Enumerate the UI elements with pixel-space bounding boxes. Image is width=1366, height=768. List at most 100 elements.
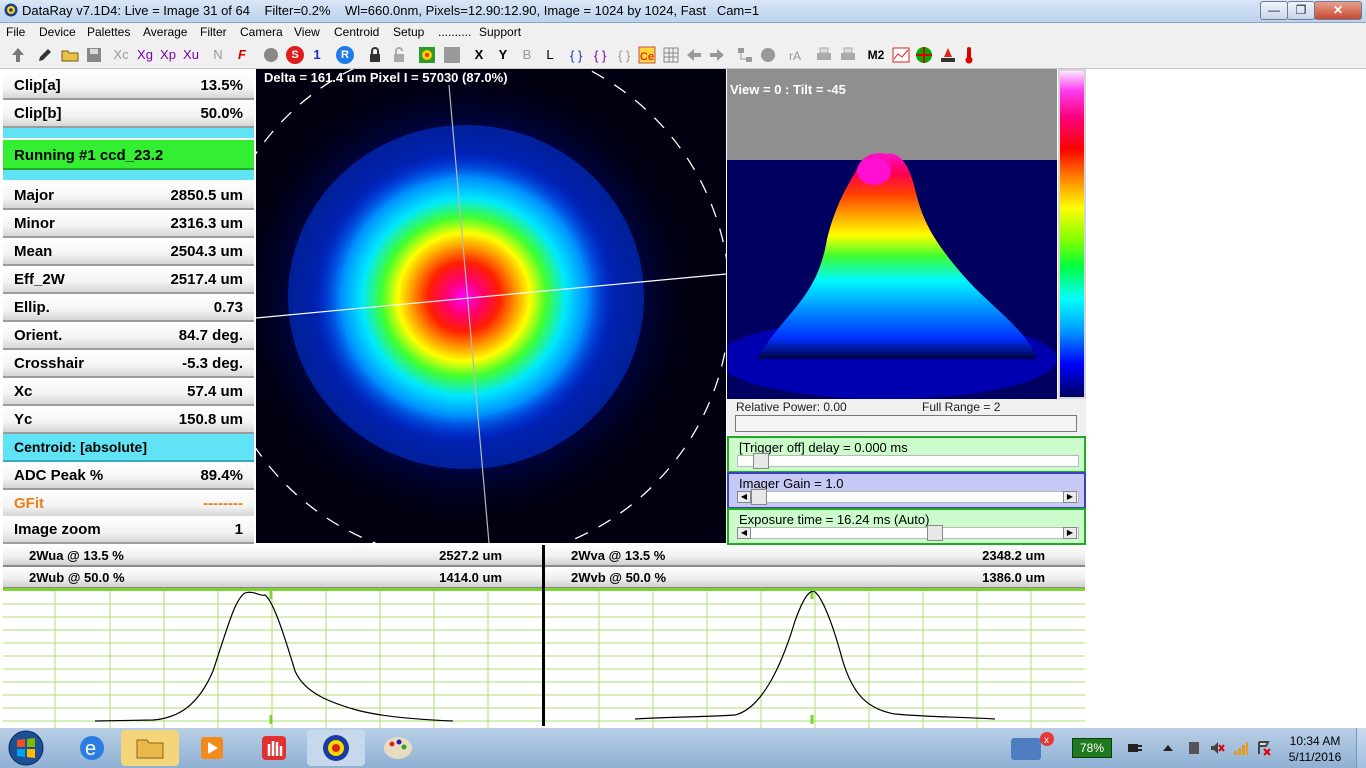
profile-plot-u[interactable] bbox=[3, 588, 542, 732]
mean-row[interactable]: Mean 2504.3 um bbox=[3, 238, 254, 266]
pencil-icon[interactable] bbox=[36, 46, 54, 64]
printer-icon[interactable] bbox=[815, 46, 833, 64]
ce-icon[interactable]: Ce bbox=[638, 46, 656, 64]
app-hand-icon[interactable] bbox=[245, 730, 303, 766]
gray-circle-icon[interactable] bbox=[759, 46, 777, 64]
minimize-button[interactable]: — bbox=[1260, 1, 1288, 20]
open-folder-icon[interactable] bbox=[60, 46, 80, 64]
x-button[interactable]: X bbox=[472, 46, 486, 64]
close-button[interactable]: ✕ bbox=[1314, 1, 1362, 20]
exposure-time-thumb[interactable] bbox=[927, 525, 943, 541]
stop-circle-icon[interactable] bbox=[262, 46, 280, 64]
menu-centroid[interactable]: Centroid bbox=[334, 25, 379, 39]
gain-left-arrow-icon[interactable]: ◀ bbox=[737, 491, 751, 503]
trigger-delay-thumb[interactable] bbox=[753, 453, 769, 469]
menu-setup[interactable]: Setup bbox=[393, 25, 424, 39]
device-tray-icon[interactable] bbox=[1186, 740, 1202, 756]
show-hidden-icons-icon[interactable] bbox=[1162, 742, 1174, 754]
clip-a-row[interactable]: Clip[a] 13.5% bbox=[3, 72, 254, 100]
yc-row[interactable]: Yc 150.8 um bbox=[3, 406, 254, 434]
s-button[interactable]: S bbox=[286, 46, 304, 64]
minor-row[interactable]: Minor 2316.3 um bbox=[3, 210, 254, 238]
menu-average[interactable]: Average bbox=[143, 25, 187, 39]
xc-row[interactable]: Xc 57.4 um bbox=[3, 378, 254, 406]
xg-button[interactable]: Xg bbox=[135, 46, 155, 64]
save-disk-icon[interactable] bbox=[85, 46, 103, 64]
profile-plot-v[interactable] bbox=[545, 588, 1085, 732]
adc-peak-row[interactable]: ADC Peak % 89.4% bbox=[3, 462, 254, 490]
unlock-icon[interactable] bbox=[391, 46, 407, 64]
signal-strength-icon[interactable] bbox=[1233, 740, 1249, 756]
image-zoom-row[interactable]: Image zoom 1 bbox=[3, 516, 254, 544]
arrow-left-icon[interactable] bbox=[685, 46, 703, 64]
show-desktop-button[interactable] bbox=[1356, 728, 1366, 768]
palette-scale-bar[interactable] bbox=[1058, 69, 1086, 399]
l-button[interactable]: L bbox=[543, 46, 557, 64]
grid-icon[interactable] bbox=[662, 46, 680, 64]
gfit-row[interactable]: GFit -------- bbox=[3, 490, 254, 518]
network-status-icon[interactable]: x bbox=[1005, 730, 1055, 766]
lock-icon[interactable] bbox=[367, 46, 383, 64]
palette-image-icon[interactable] bbox=[418, 46, 436, 64]
imager-gain-slider[interactable] bbox=[737, 491, 1079, 503]
menu-palettes[interactable]: Palettes bbox=[87, 25, 130, 39]
bracket-h-icon[interactable]: { } bbox=[568, 46, 586, 64]
menu-device[interactable]: Device bbox=[39, 25, 76, 39]
bracket-m-icon[interactable]: { } bbox=[592, 46, 610, 64]
beam-image-view[interactable]: Delta = 161.4 um Pixel I = 57030 (87.0%) bbox=[256, 69, 726, 543]
n-button[interactable]: N bbox=[211, 46, 225, 64]
media-player-icon[interactable] bbox=[183, 730, 241, 766]
menu-file[interactable]: File bbox=[6, 25, 25, 39]
m2-button[interactable]: M2 bbox=[866, 46, 886, 64]
file-explorer-icon[interactable] bbox=[121, 730, 179, 766]
exposure-right-arrow-icon[interactable]: ▶ bbox=[1063, 527, 1077, 539]
system-clock[interactable]: 10:34 AM 5/11/2016 bbox=[1280, 733, 1350, 765]
maximize-button[interactable]: ❐ bbox=[1287, 1, 1315, 20]
power-plug-icon[interactable] bbox=[1126, 740, 1144, 756]
exposure-time-slider[interactable] bbox=[737, 527, 1079, 539]
running-status-row[interactable]: Running #1 ccd_23.2 bbox=[3, 140, 254, 170]
centroid-mode-row[interactable]: Centroid: [absolute] bbox=[3, 434, 254, 462]
paint-icon[interactable] bbox=[369, 730, 427, 766]
network-icon[interactable] bbox=[736, 46, 754, 64]
gray-square-icon[interactable] bbox=[443, 46, 461, 64]
battery-indicator[interactable]: 78% bbox=[1072, 738, 1112, 758]
thermometer-icon[interactable] bbox=[963, 46, 975, 64]
up-arrow-icon[interactable] bbox=[9, 46, 27, 64]
windows-start-icon[interactable] bbox=[4, 728, 48, 768]
printer-alt-icon[interactable] bbox=[839, 46, 857, 64]
major-row[interactable]: Major 2850.5 um bbox=[3, 182, 254, 210]
ellip-row[interactable]: Ellip. 0.73 bbox=[3, 294, 254, 322]
imager-gain-thumb[interactable] bbox=[751, 489, 767, 505]
b-button[interactable]: B bbox=[520, 46, 534, 64]
bracket-empty-icon[interactable]: { } bbox=[616, 46, 634, 64]
f-button[interactable]: F bbox=[235, 46, 249, 64]
menu-more[interactable]: .......... bbox=[438, 25, 471, 39]
gain-right-arrow-icon[interactable]: ▶ bbox=[1063, 491, 1077, 503]
one-button[interactable]: 1 bbox=[310, 46, 324, 64]
trigger-delay-slider[interactable] bbox=[737, 455, 1079, 467]
3d-beam-view[interactable]: View = 0 : Tilt = -45 bbox=[727, 69, 1057, 399]
r-button[interactable]: R bbox=[336, 46, 354, 64]
exposure-left-arrow-icon[interactable]: ◀ bbox=[737, 527, 751, 539]
eff-2w-row[interactable]: Eff_2W 2517.4 um bbox=[3, 266, 254, 294]
xp-button[interactable]: Xp bbox=[158, 46, 178, 64]
xc-button[interactable]: Xc bbox=[112, 46, 130, 64]
arrow-right-icon[interactable] bbox=[708, 46, 726, 64]
menu-filter[interactable]: Filter bbox=[200, 25, 227, 39]
stage-icon[interactable] bbox=[939, 46, 957, 64]
internet-explorer-icon[interactable]: e bbox=[63, 730, 121, 766]
menu-support[interactable]: Support bbox=[479, 25, 521, 39]
orient-row[interactable]: Orient. 84.7 deg. bbox=[3, 322, 254, 350]
ra-icon[interactable]: rA bbox=[788, 46, 806, 64]
menu-view[interactable]: View bbox=[294, 25, 320, 39]
y-button[interactable]: Y bbox=[496, 46, 510, 64]
crosshair-target-icon[interactable] bbox=[915, 46, 933, 64]
xu-button[interactable]: Xu bbox=[181, 46, 201, 64]
chart-icon[interactable] bbox=[892, 46, 910, 64]
clip-b-row[interactable]: Clip[b] 50.0% bbox=[3, 100, 254, 128]
dataray-taskbar-icon[interactable] bbox=[307, 730, 365, 766]
menu-camera[interactable]: Camera bbox=[240, 25, 283, 39]
crosshair-row[interactable]: Crosshair -5.3 deg. bbox=[3, 350, 254, 378]
volume-muted-icon[interactable] bbox=[1209, 740, 1225, 756]
